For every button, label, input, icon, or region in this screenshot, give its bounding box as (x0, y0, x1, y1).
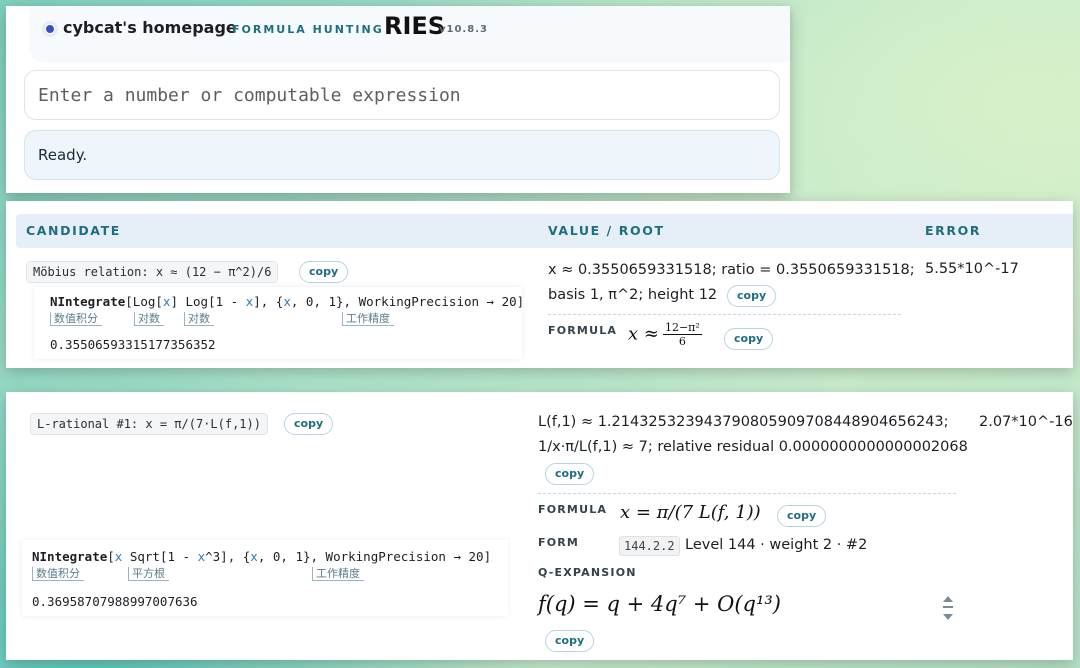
column-header-value-root: VALUE / ROOT (548, 223, 665, 238)
results-table-continued: L-rational #1: x = π/(7·L(f,1)) copy NIn… (6, 392, 1073, 660)
search-card: cybcat's homepage FORMULA HUNTING RIES v… (6, 6, 790, 193)
code-output: 0.35506593315177356352 (50, 337, 216, 352)
results-table: CANDIDATE VALUE / ROOT ERROR Möbius rela… (6, 201, 1073, 368)
form-description: Level 144 · weight 2 · #2 (685, 537, 868, 553)
copy-formula-button[interactable]: copy (777, 505, 827, 527)
code-block: NIntegrate[x Sqrt[1 - x^3], {x, 0, 1}, W… (22, 540, 508, 616)
site-title[interactable]: cybcat's homepage (63, 18, 237, 37)
qexpansion-label: Q-EXPANSION (538, 566, 637, 579)
copy-formula-button[interactable]: copy (724, 328, 774, 350)
formula-label: FORMULA (548, 324, 618, 337)
form-label: FORM (538, 536, 580, 549)
value-line: L(f,1) ≈ 1.21432532394379080590970844890… (538, 414, 949, 430)
candidate-label: L-rational #1: x = π/(7·L(f,1)) (30, 413, 268, 435)
column-header-candidate: CANDIDATE (26, 223, 121, 238)
app-name: RIES (384, 12, 446, 40)
error-value: 2.07*10^-16 (979, 414, 1073, 430)
qexpansion-math: f(q) = q + 4q⁷ + O(q¹³) (538, 592, 781, 616)
code-annotation: 数值积分 (50, 312, 102, 326)
app-header: cybcat's homepage FORMULA HUNTING RIES v… (30, 6, 790, 60)
code-annotation: 对数 (184, 312, 214, 326)
status-message: Ready. (24, 130, 780, 180)
table-header: CANDIDATE VALUE / ROOT ERROR (16, 214, 1073, 248)
scroll-stepper-icon[interactable] (943, 596, 955, 622)
value-line: basis 1, π^2; height 12 (548, 287, 718, 303)
copy-candidate-button[interactable]: copy (299, 261, 349, 283)
formula-math: x = π/(7 L(f, 1)) (620, 502, 761, 523)
copy-qexpansion-button[interactable]: copy (545, 630, 595, 652)
form-chip: 144.2.2 (619, 536, 680, 556)
code-block: NIntegrate[Log[x] Log[1 - x], {x, 0, 1},… (34, 287, 525, 359)
code-annotation: 工作精度 (342, 312, 394, 326)
site-subtitle: FORMULA HUNTING (232, 23, 384, 36)
code-output: 0.36958707988997007636 (32, 594, 198, 609)
brand-logo-icon[interactable] (42, 21, 58, 37)
copy-value-button[interactable]: copy (545, 463, 595, 485)
divider (548, 314, 901, 315)
expression-input[interactable] (24, 70, 780, 120)
value-line: x ≈ 0.3550659331518; ratio = 0.355065933… (548, 262, 915, 278)
code-annotation: 数值积分 (32, 567, 84, 581)
divider (538, 493, 956, 494)
candidate-label: Möbius relation: x ≈ (12 − π^2)/6 (26, 261, 279, 283)
code-line: NIntegrate[Log[x] Log[1 - x], {x, 0, 1},… (50, 294, 525, 309)
error-value: 5.55*10^-17 (925, 261, 1019, 277)
column-header-error: ERROR (925, 223, 982, 238)
copy-candidate-button[interactable]: copy (284, 413, 334, 435)
formula-label: FORMULA (538, 503, 608, 516)
app-version: v10.8.3 (439, 24, 488, 35)
formula-math: x ≈12−π² 6 (628, 321, 702, 348)
code-annotation: 工作精度 (312, 567, 364, 581)
code-line: NIntegrate[x Sqrt[1 - x^3], {x, 0, 1}, W… (32, 549, 492, 564)
code-annotation: 对数 (134, 312, 164, 326)
value-line: 1/x·π/L(f,1) ≈ 7; relative residual 0.00… (538, 439, 968, 455)
code-annotation: 平方根 (128, 567, 169, 581)
copy-value-button[interactable]: copy (727, 285, 777, 307)
